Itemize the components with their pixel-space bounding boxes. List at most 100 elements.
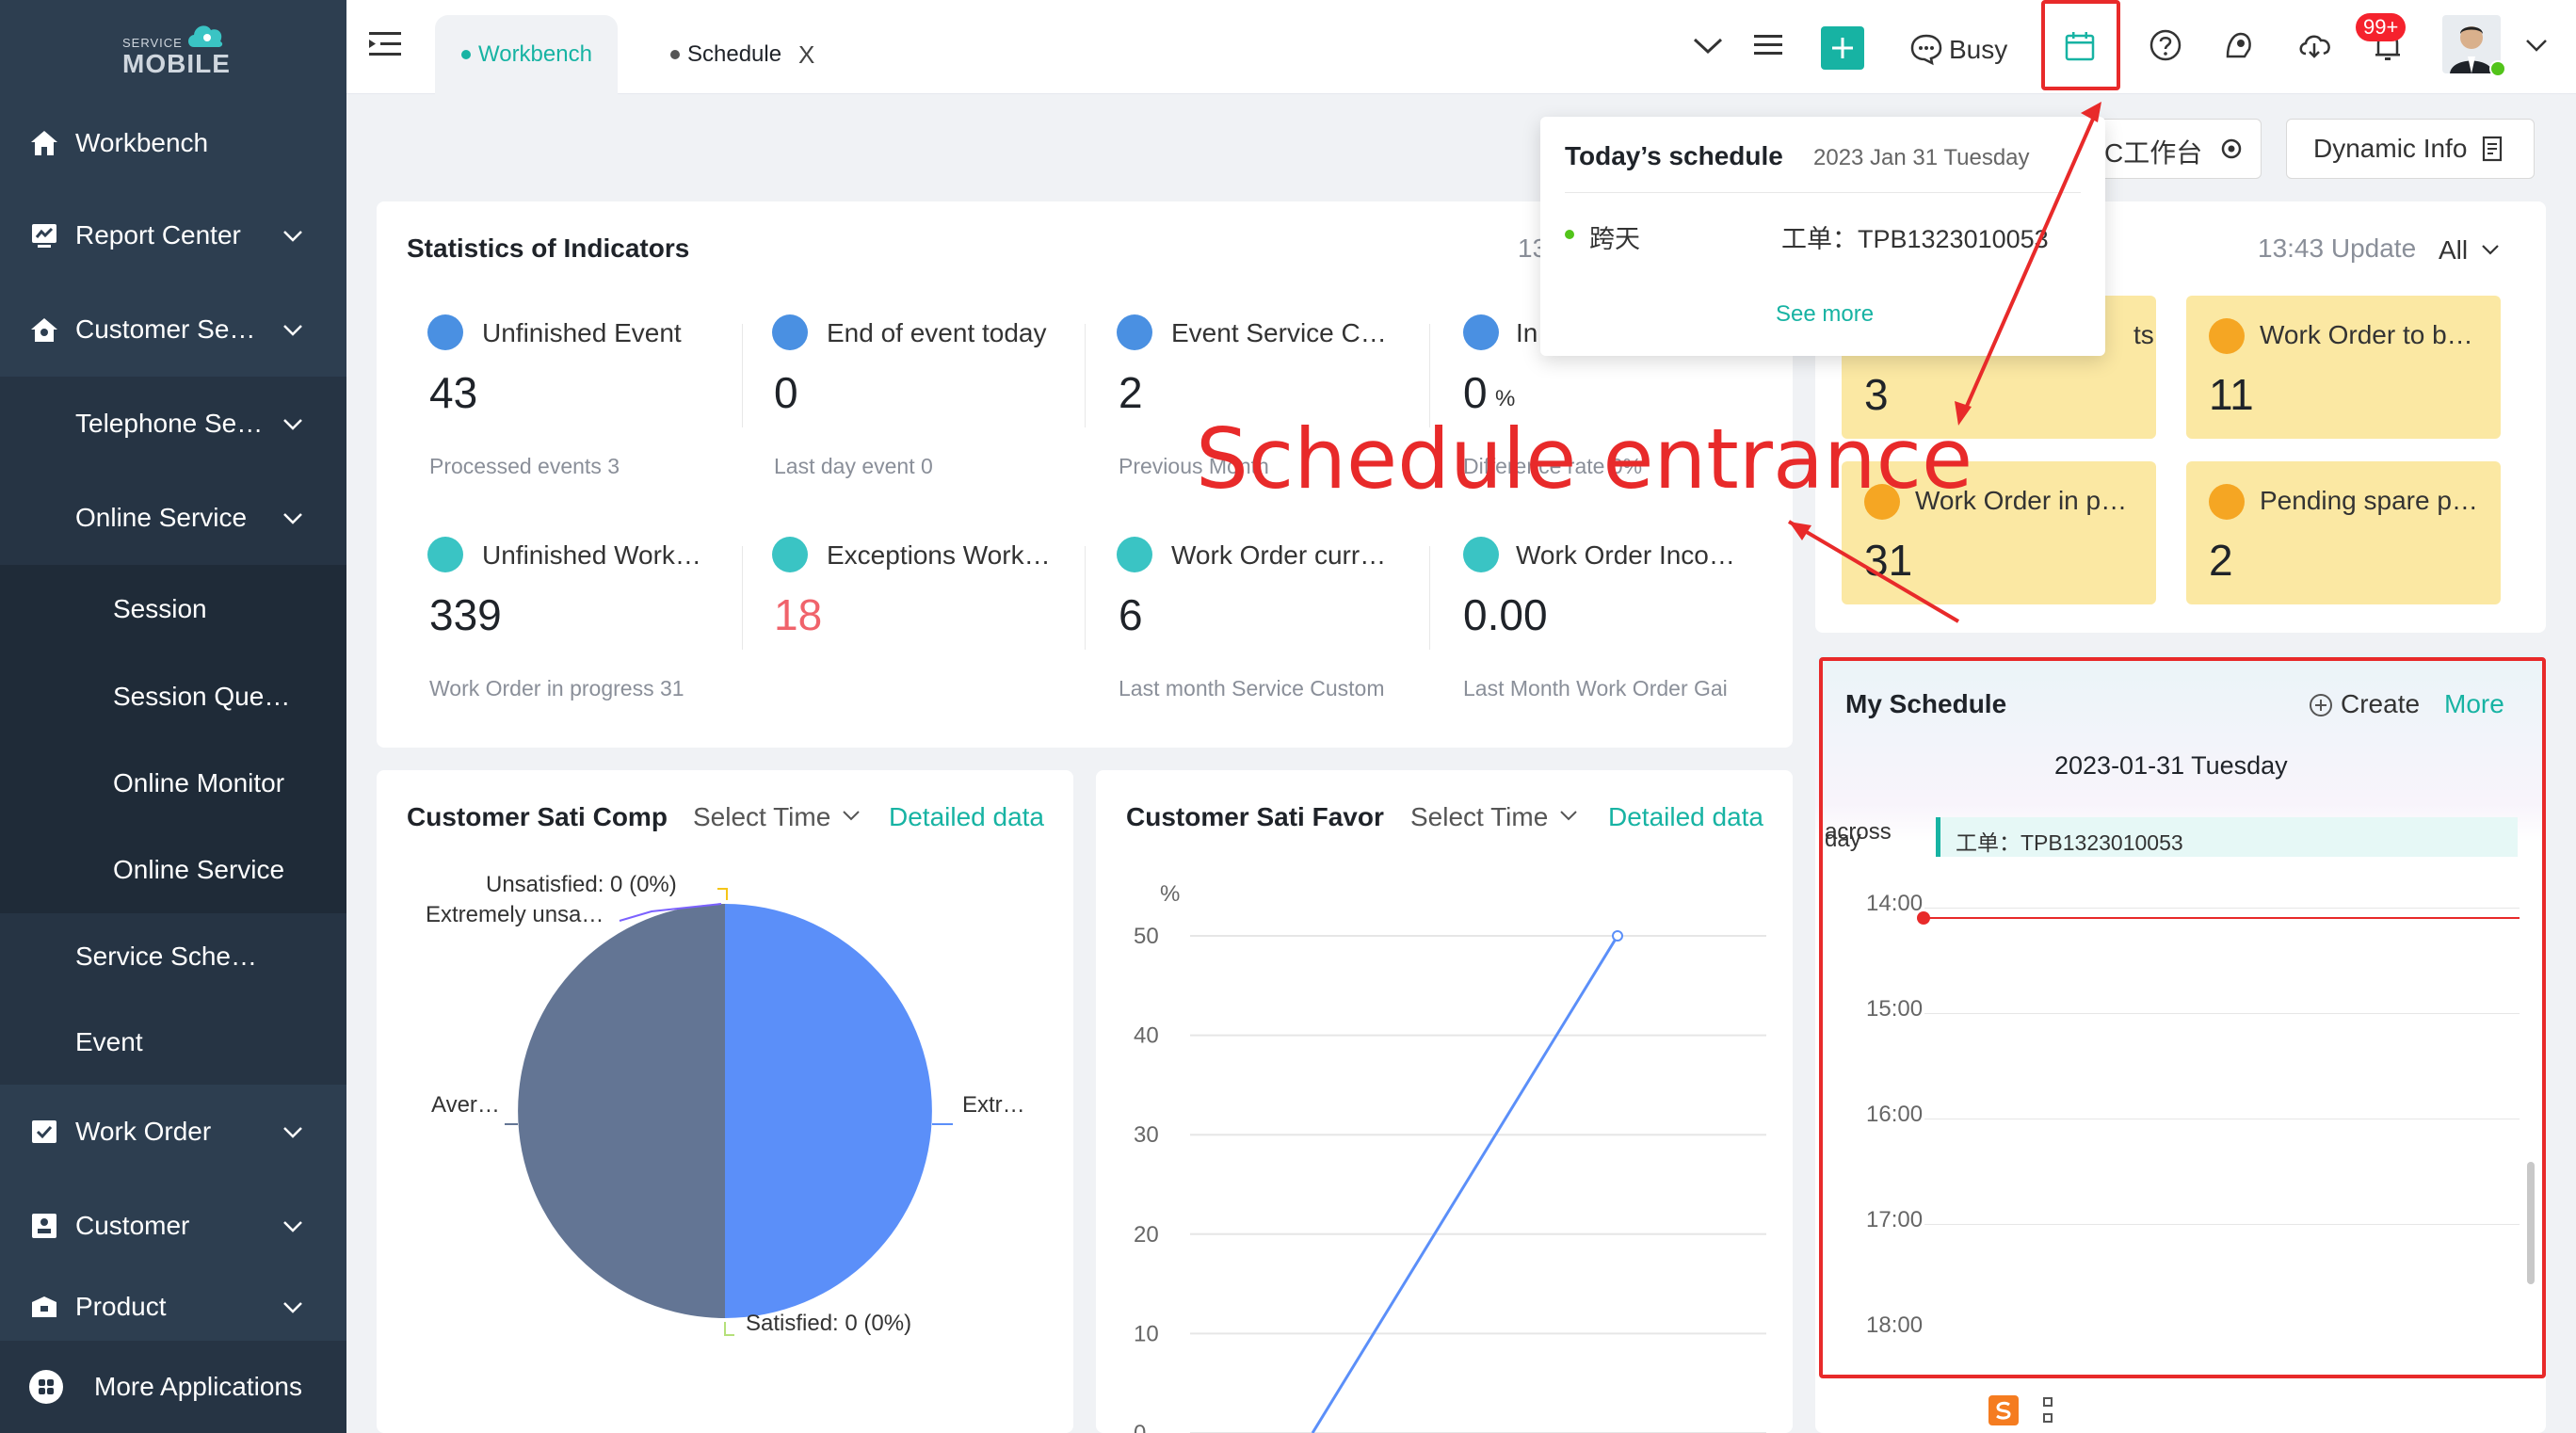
y-tick-label: 30 <box>1134 1122 1159 1148</box>
y-tick-label: 50 <box>1134 924 1159 949</box>
stat-card-work-order-to-be[interactable]: Work Order to b… 11 <box>2186 296 2501 439</box>
add-button[interactable] <box>1821 26 1864 70</box>
status-selector[interactable]: Busy <box>1909 28 2032 70</box>
y-tick-label: 40 <box>1134 1023 1159 1049</box>
sidebar-item-customer-service[interactable]: Customer Se… <box>0 282 346 377</box>
tab-label: Workbench <box>478 41 592 67</box>
sidebar-item-service-schedule[interactable]: Service Sche… <box>0 913 346 1000</box>
select-time-label: Select Time <box>693 802 831 831</box>
sidebar-item-label: Work Order <box>75 1117 212 1146</box>
leader-satisfied <box>724 1322 734 1336</box>
y-tick-label: 20 <box>1134 1222 1159 1248</box>
sidebar-item-label: Event <box>75 1027 143 1056</box>
sidebar-item-label: Online Monitor <box>113 768 285 797</box>
kpi-value: 0 <box>774 368 798 417</box>
arrow-to-calendar <box>1787 520 1960 623</box>
kpi-sub: Last month Service Custom <box>1119 676 1385 700</box>
sidebar-item-label: Online Service <box>75 503 248 532</box>
event-tag: 跨天 <box>1589 225 1640 253</box>
list-menu-icon[interactable] <box>1749 26 1787 64</box>
chevron-down-icon <box>283 1221 302 1232</box>
kpi-sub: Processed events 3 <box>429 454 620 478</box>
tab-schedule[interactable]: Schedule X <box>657 15 836 94</box>
knowledge-icon[interactable] <box>2220 26 2258 64</box>
sidebar-item-work-order[interactable]: Work Order <box>0 1085 346 1179</box>
kpi-icon <box>1463 314 1499 350</box>
sidebar-item-online-service[interactable]: Online Service <box>0 827 346 913</box>
sidebar-item-online-service-group[interactable]: Online Service <box>0 471 346 565</box>
sidebar-item-label: Customer Se… <box>75 314 256 344</box>
pie-label-satisfied: Satisfied: 0 (0%) <box>746 1311 912 1336</box>
divider <box>1429 546 1430 650</box>
logo-main-text: MOBILE <box>122 49 231 78</box>
sidebar-item-customer[interactable]: Customer <box>0 1179 346 1273</box>
sidebar-item-label: Service Sche… <box>75 942 257 971</box>
sidebar-item-workbench[interactable]: Workbench <box>0 96 346 190</box>
sidebar-item-session[interactable]: Session <box>0 565 346 653</box>
pie-card-title: Customer Sati Comp <box>407 802 668 831</box>
sidebar-item-report-center[interactable]: Report Center <box>0 188 346 282</box>
tab-workbench[interactable]: Workbench <box>435 15 618 94</box>
detailed-data-link[interactable]: Detailed data <box>889 802 1044 832</box>
pie-slice-average <box>518 904 725 1318</box>
logo-small-text: SERVICE <box>122 36 183 50</box>
workbench-settings-button[interactable]: C工作台 <box>2092 119 2262 179</box>
kpi-unit: % <box>1495 386 1516 411</box>
document-icon <box>2482 136 2503 162</box>
sidebar-item-event[interactable]: Event <box>0 1000 346 1085</box>
data-point <box>1612 930 1623 942</box>
satisfaction-favorable-card: Customer Sati Favor Select Time Detailed… <box>1096 770 1793 1433</box>
update-time: 13:43 Update <box>2258 233 2417 263</box>
sidebar-item-session-queue[interactable]: Session Que… <box>0 653 346 740</box>
caret-down-icon[interactable] <box>2521 30 2552 60</box>
product-icon <box>32 1296 56 1317</box>
sidebar-item-label: Session <box>113 594 207 623</box>
sidebar-item-telephone-service[interactable]: Telephone Se… <box>0 377 346 471</box>
chevron-down-icon[interactable] <box>1689 26 1727 64</box>
kpi-sub: Last day event 0 <box>774 454 933 478</box>
chevron-down-icon <box>283 419 302 430</box>
stat-card-pending-spare-parts[interactable]: Pending spare p… 2 <box>2186 461 2501 604</box>
cloud-logo-icon <box>188 25 223 47</box>
sidebar-item-label: Report Center <box>75 220 241 250</box>
active-dot <box>461 50 471 59</box>
sidebar: SERVICE MOBILE Workbench Report Center C… <box>0 0 346 1433</box>
status-text: Busy <box>1949 35 2008 64</box>
sidebar-item-product[interactable]: Product <box>0 1273 346 1341</box>
cloud-download-icon[interactable] <box>2295 26 2333 64</box>
close-icon[interactable]: X <box>798 40 814 70</box>
filter-dropdown[interactable]: All <box>2439 233 2523 267</box>
dynamic-info-button[interactable]: Dynamic Info <box>2286 119 2535 179</box>
event-dot <box>1565 230 1574 239</box>
sidebar-item-label: Online Service <box>113 855 285 884</box>
y-tick-label: 10 <box>1134 1321 1159 1346</box>
calendar-icon[interactable] <box>2062 28 2098 64</box>
workbench-cn-label: C工作台 <box>2104 138 2203 168</box>
chevron-down-icon <box>283 1127 302 1138</box>
select-time-dropdown[interactable]: Select Time <box>693 800 862 838</box>
customer-service-icon <box>31 318 57 342</box>
popup-title: Today’s schedule <box>1565 141 1783 170</box>
sidebar-item-label: Product <box>75 1292 167 1321</box>
sidebar-item-online-monitor[interactable]: Online Monitor <box>0 740 346 827</box>
menu-collapse-icon[interactable] <box>367 28 403 60</box>
kpi-title: Unfinished Work… <box>482 540 701 570</box>
more-applications-button[interactable]: More Applications <box>0 1341 346 1433</box>
kpi-title: In <box>1516 318 1538 347</box>
kpi-title: Work Order Inco… <box>1516 540 1735 570</box>
annotation-arrows <box>1787 102 2101 623</box>
divider <box>1085 324 1086 427</box>
help-icon[interactable] <box>2147 26 2184 64</box>
schedule-highlight-box <box>1819 657 2546 1378</box>
top-bar: Workbench Schedule X Busy 99+ <box>346 0 2576 94</box>
chevron-down-icon <box>843 811 860 821</box>
dynamic-info-label: Dynamic Info <box>2313 134 2468 163</box>
kpi-icon <box>772 537 808 572</box>
kpi-icon <box>1463 537 1499 572</box>
customer-icon <box>32 1214 56 1238</box>
chevron-down-icon <box>283 513 302 524</box>
apps-grid-icon <box>29 1370 63 1404</box>
logo: SERVICE MOBILE <box>111 17 233 79</box>
divider <box>1085 546 1086 650</box>
tab-dot <box>670 50 680 59</box>
